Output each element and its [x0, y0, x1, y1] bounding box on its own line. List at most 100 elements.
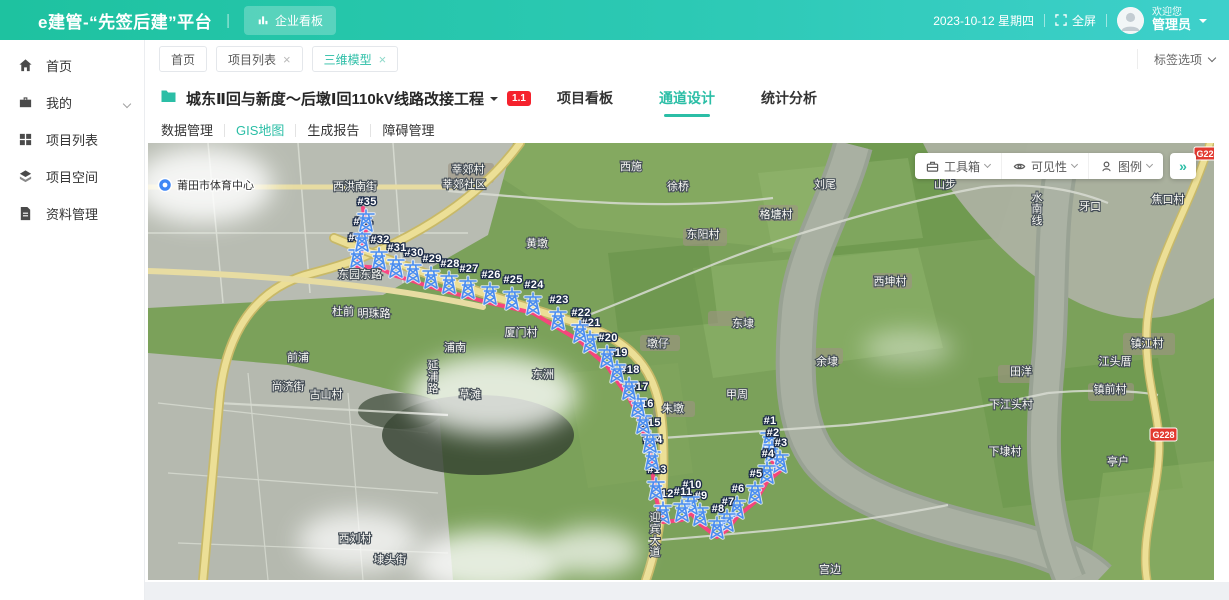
map-place-label: 东埭 — [732, 317, 754, 330]
svg-text:G228: G228 — [1152, 430, 1174, 440]
tab-chip-首页[interactable]: 首页 — [159, 46, 207, 72]
map-place-label: 迎宾大道 — [650, 511, 661, 559]
map-place-label: 亭户 — [1107, 454, 1129, 468]
sidebar-item-我的[interactable]: 我的 — [0, 84, 144, 121]
map-place-label: 墩仔 — [647, 336, 669, 350]
map-place-label: 宫边 — [819, 562, 841, 576]
map-place-label: 东阳村 — [687, 227, 720, 241]
map-place-label: 东园东路 — [338, 268, 382, 281]
tab-chip-label: 项目列表 — [228, 51, 276, 68]
map-place-label: 江头厝 — [1099, 355, 1132, 368]
toolbar-expand-button[interactable]: » — [1170, 153, 1196, 179]
tower-label: #31 — [387, 242, 406, 254]
tab-chip-三维模型[interactable]: 三维模型 × — [312, 46, 399, 72]
map-place-label: 镇前村 — [1094, 382, 1127, 396]
poi-label: 莆田市体育中心 — [177, 178, 254, 192]
subnav-link-障碍管理[interactable]: 障碍管理 — [370, 124, 445, 137]
toolbar-label: 可见性 — [1031, 158, 1067, 175]
top-header: e建管-“先签后建”平台 | 企业看板 2023-10-12 星期四 全屏 欢迎… — [0, 0, 1229, 40]
chevron-down-icon — [124, 95, 130, 110]
briefcase-icon — [18, 95, 33, 110]
space-icon — [18, 169, 33, 184]
chevron-down-icon — [1146, 161, 1153, 168]
tab-通道设计[interactable]: 通道设计 — [659, 78, 715, 118]
sidebar-item-label: 项目空间 — [46, 167, 98, 186]
toolbar-可见性[interactable]: 可见性 — [1001, 153, 1088, 179]
map-place-label: 延浦路 — [428, 359, 439, 395]
project-header-row: 城东Ⅱ回与新度～后墩Ⅰ回110kV线路改接工程 1.1 项目看板通道设计统计分析 — [145, 78, 1229, 118]
road-badge: G228 — [1194, 147, 1214, 160]
user-menu[interactable]: 欢迎您 管理员 — [1117, 7, 1207, 34]
map-place-label: 牙口 — [1079, 201, 1101, 213]
subnav-link-生成报告[interactable]: 生成报告 — [295, 124, 370, 137]
close-icon[interactable]: × — [283, 53, 291, 66]
avatar — [1117, 7, 1144, 34]
sidebar-item-项目列表[interactable]: 项目列表 — [0, 121, 144, 158]
tower-label: #6 — [732, 483, 745, 495]
map-place-label: 余埭 — [816, 354, 838, 368]
title-divider: | — [226, 12, 230, 29]
subnav-link-数据管理[interactable]: 数据管理 — [161, 124, 224, 137]
map-place-label: 田洋 — [1010, 364, 1032, 378]
map-place-label: 明珠路 — [358, 306, 391, 320]
toolbar-图例[interactable]: 图例 — [1088, 153, 1163, 179]
subnav-link-GIS地图[interactable]: GIS地图 — [224, 124, 295, 137]
map-place-label: 埭头街 — [374, 552, 407, 566]
project-title[interactable]: 城东Ⅱ回与新度～后墩Ⅰ回110kV线路改接工程 — [186, 88, 484, 109]
sidebar: 首页我的项目列表项目空间资料管理 — [0, 40, 145, 600]
fullscreen-icon — [1055, 14, 1067, 26]
map-place-label: 前浦 — [287, 350, 309, 364]
sidebar-item-首页[interactable]: 首页 — [0, 47, 144, 84]
sidebar-item-label: 项目列表 — [46, 130, 98, 149]
sidebar-item-项目空间[interactable]: 项目空间 — [0, 158, 144, 195]
svg-text:G228: G228 — [1196, 149, 1214, 159]
road-badge: G228 — [1150, 428, 1177, 441]
tag-options-button[interactable]: 标签选项 — [1137, 49, 1215, 69]
fullscreen-button[interactable]: 全屏 — [1055, 12, 1096, 29]
tower-label: #29 — [422, 253, 441, 265]
toolbar-label: 工具箱 — [944, 158, 980, 175]
enterprise-board-button[interactable]: 企业看板 — [244, 6, 336, 35]
chevron-down-icon — [1208, 53, 1216, 61]
map-toolbar: 工具箱 可见性 图例 — [915, 153, 1163, 179]
username: 管理员 — [1152, 18, 1191, 33]
sidebar-item-label: 首页 — [46, 56, 72, 75]
toolbar-工具箱[interactable]: 工具箱 — [915, 153, 1001, 179]
satellite-map[interactable]: #1#2#3#4#5#6#7#8#9#10#11#12#13#14#15#16#… — [148, 143, 1214, 580]
map-place-label: 西坤村 — [874, 274, 907, 288]
eye-icon — [1013, 160, 1026, 173]
tab-项目看板[interactable]: 项目看板 — [557, 78, 613, 118]
map-place-label: 镇江村 — [1131, 336, 1164, 350]
tower-label: #3 — [775, 437, 788, 449]
gis-map-panel: #1#2#3#4#5#6#7#8#9#10#11#12#13#14#15#16#… — [148, 143, 1214, 580]
chevron-down-icon[interactable] — [490, 97, 498, 105]
header-date: 2023-10-12 星期四 — [933, 12, 1034, 29]
tab-chip-项目列表[interactable]: 项目列表 × — [216, 46, 303, 72]
tab-chip-bar: 首页 项目列表 × 三维模型 × 标签选项 — [145, 40, 1229, 78]
map-place-label: 水南线 — [1032, 191, 1043, 227]
map-place-label: 刘尾 — [814, 178, 836, 191]
map-place-label: 西洪南街 — [333, 179, 377, 193]
tower-label: #25 — [503, 274, 522, 286]
chevron-down-icon — [1071, 161, 1078, 168]
tab-chip-label: 三维模型 — [324, 51, 372, 68]
folder-icon — [160, 89, 177, 108]
toolbar-label: 图例 — [1118, 158, 1142, 175]
app-title: e建管-“先签后建”平台 — [38, 8, 212, 33]
map-place-label: 格塘村 — [760, 207, 793, 221]
tower-label: #5 — [750, 468, 763, 480]
tower-label: #30 — [404, 247, 423, 259]
tower-label: #20 — [598, 332, 617, 344]
toolbox-icon — [926, 160, 939, 173]
map-place-label: 西刘村 — [339, 531, 372, 545]
tower-label: #32 — [370, 234, 389, 246]
tab-统计分析[interactable]: 统计分析 — [761, 78, 817, 118]
sidebar-item-资料管理[interactable]: 资料管理 — [0, 195, 144, 232]
welcome-text: 欢迎您 — [1152, 7, 1191, 19]
map-place-label: 山步 — [934, 178, 956, 191]
bar-chart-icon — [257, 14, 269, 26]
map-place-label: 甲周 — [726, 388, 748, 401]
sidebar-item-label: 我的 — [46, 93, 72, 112]
close-icon[interactable]: × — [379, 53, 387, 66]
map-place-label: 焦口村 — [1152, 192, 1185, 206]
